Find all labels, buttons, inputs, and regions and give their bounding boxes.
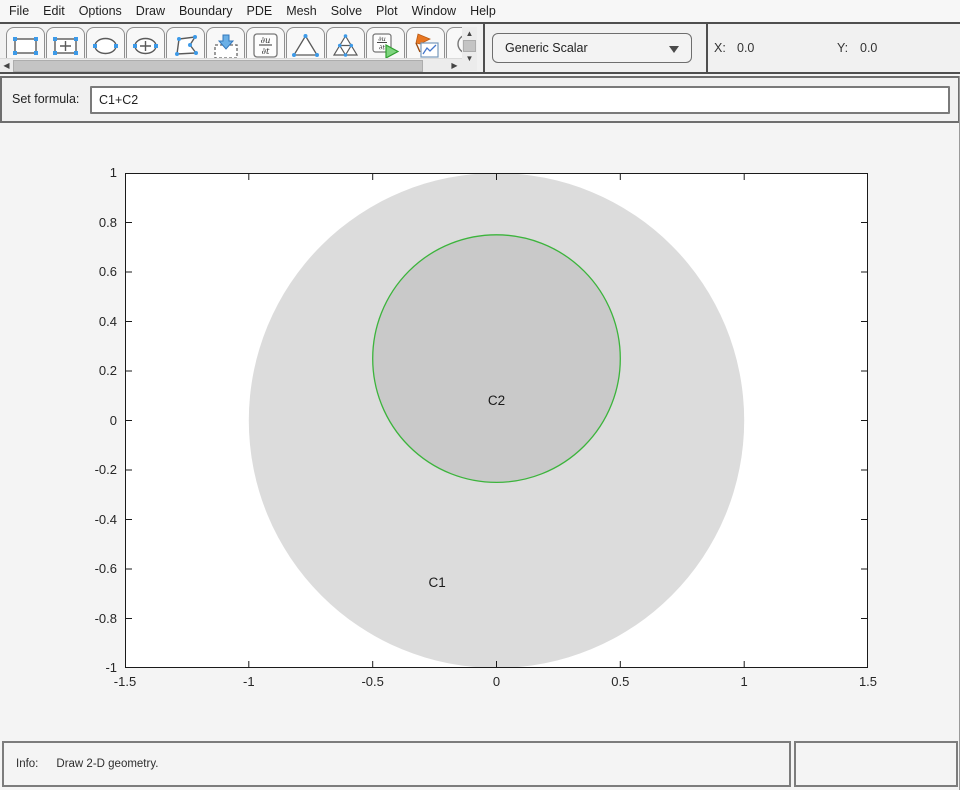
polygon-icon (175, 35, 198, 56)
x-tick-label: 1.5 (858, 674, 878, 689)
rectangle-center-icon (53, 37, 78, 55)
cursor-y-label: Y: (837, 41, 849, 55)
plot-solution-icon (415, 33, 439, 58)
rectangle-corners-icon (13, 37, 38, 55)
x-tick-label: 0 (492, 674, 501, 689)
x-tick-label: 0.5 (611, 674, 630, 689)
scroll-right-icon[interactable]: ▶ (448, 59, 461, 72)
svg-text:∂u: ∂u (378, 35, 386, 43)
x-tick-label: -0.5 (361, 674, 384, 689)
scroll-left-icon[interactable]: ◀ (0, 59, 13, 72)
y-tick-label: 0 (109, 412, 117, 428)
initialize-mesh-icon (292, 34, 319, 57)
menu-options[interactable]: Options (72, 2, 129, 20)
y-tick-label: 0.2 (98, 363, 117, 378)
chevron-down-icon (669, 46, 679, 53)
status-info-label: Info: (16, 758, 39, 770)
status-message: Draw 2-D geometry. (56, 758, 159, 770)
toolbar-horizontal-scrollbar[interactable]: ◀ ▶ (0, 58, 462, 72)
shape-label-C2: C2 (488, 393, 505, 408)
y-tick-label: -1 (105, 660, 117, 675)
refine-mesh-icon (332, 34, 359, 57)
toolbar: ∂u ∂t ∂u ∂t ◀ ▶ ▲ ▼ Generic Scalar X: 0.… (0, 22, 960, 74)
cursor-x-label: X: (714, 41, 726, 55)
menu-file[interactable]: File (2, 2, 36, 20)
menu-bar: File Edit Options Draw Boundary PDE Mesh Solve P… (0, 0, 960, 22)
horizontal-scrollbar-thumb[interactable] (13, 60, 423, 72)
geometry-canvas[interactable]: C1 C2 1 0.8 0.6 0.4 0.2 0 -0.2 -0.4 -0.6 -0.8 -1 -1.5… (95, 165, 877, 689)
menu-draw[interactable]: Draw (129, 2, 172, 20)
menu-boundary[interactable]: Boundary (172, 2, 240, 20)
boundary-mode-icon (214, 34, 238, 59)
status-bar: Info: Draw 2-D geometry. (0, 740, 960, 790)
toolbar-divider (706, 24, 708, 72)
set-formula-bar: Set formula: (0, 76, 960, 123)
pde-type-dropdown[interactable]: Generic Scalar (492, 33, 692, 63)
svg-text:∂t: ∂t (379, 44, 385, 52)
y-tick-label: -0.6 (94, 561, 117, 576)
menu-solve[interactable]: Solve (324, 2, 369, 20)
y-tick-label: -0.8 (94, 610, 117, 626)
menu-window[interactable]: Window (405, 2, 463, 20)
menu-pde[interactable]: PDE (239, 2, 279, 20)
status-info-panel: Info: Draw 2-D geometry. (2, 741, 791, 787)
ellipse-corners-icon (93, 37, 118, 55)
pde-mode-icon: ∂u ∂t (253, 33, 278, 58)
zoom-icon (457, 35, 462, 53)
toolbar-vertical-scrollbar[interactable]: ▲ ▼ (462, 27, 477, 71)
svg-text:∂t: ∂t (262, 47, 270, 57)
cursor-x-value: 0.0 (737, 41, 755, 55)
y-tick-label: 0.6 (98, 264, 117, 279)
menu-mesh[interactable]: Mesh (279, 2, 324, 20)
solve-pde-icon: ∂u ∂t (372, 33, 400, 59)
shape-label-C1: C1 (428, 575, 445, 590)
ellipse-center-icon (133, 37, 158, 55)
status-extra-panel (794, 741, 958, 787)
set-formula-label: Set formula: (12, 92, 80, 106)
vertical-scrollbar-thumb[interactable] (463, 40, 476, 52)
scroll-up-icon[interactable]: ▲ (462, 27, 477, 40)
shape-C2[interactable] (372, 234, 621, 484)
tool-button-panel: ∂u ∂t ∂u ∂t ◀ ▶ (0, 24, 462, 72)
y-tick-label: 1 (109, 165, 117, 180)
pde-type-value: Generic Scalar (505, 41, 588, 55)
y-tick-label: -0.2 (94, 462, 117, 477)
scroll-down-icon[interactable]: ▼ (462, 52, 477, 65)
x-tick-label: 1 (740, 674, 748, 689)
y-tick-label: -0.4 (94, 511, 117, 527)
y-tick-label: 0.4 (98, 313, 117, 329)
set-formula-input[interactable] (90, 86, 950, 114)
menu-edit[interactable]: Edit (36, 2, 72, 20)
y-tick-label: 0.8 (98, 214, 117, 230)
x-tick-label: -1 (243, 674, 255, 689)
toolbar-divider (483, 24, 485, 72)
menu-help[interactable]: Help (463, 2, 503, 20)
figure-area: C1 C2 1 0.8 0.6 0.4 0.2 0 -0.2 -0.4 -0.6 -0.8 -1 -1.5… (0, 123, 960, 740)
x-tick-label: -1.5 (113, 674, 137, 689)
plot-svg: C1 C2 (125, 173, 868, 668)
menu-plot[interactable]: Plot (369, 2, 405, 20)
cursor-y-value: 0.0 (860, 41, 878, 55)
pdetool-window: { "menu": { "items": ["File", "Edit", "O… (0, 0, 960, 790)
